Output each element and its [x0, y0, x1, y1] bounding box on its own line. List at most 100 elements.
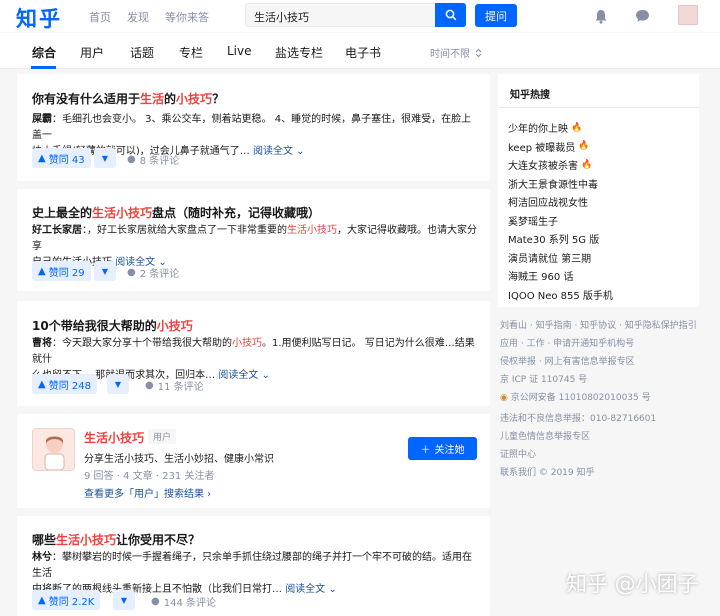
downvote-button[interactable]: ▼ [107, 374, 129, 394]
nav-waiting[interactable]: 等你来答 [165, 9, 209, 25]
read-more-link[interactable]: 阅读全文 [253, 146, 293, 157]
hot-search-item[interactable]: keep 被曝裁员 🔥 [508, 139, 589, 154]
sort-arrows-icon [475, 48, 482, 57]
footer-link-row[interactable]: 应用 · 工作 · 申请开通知乎机构号 [500, 336, 634, 349]
time-filter-label: 时间不限 [430, 49, 470, 60]
notification-bell-icon[interactable] [592, 7, 610, 25]
downvote-button[interactable]: ▼ [94, 261, 116, 281]
zhihu-logo[interactable]: 知乎 [16, 3, 62, 33]
hot-search-text: IQOO Neo 855 版手机 [508, 290, 613, 302]
footer-link-text: 京 ICP 证 110745 号 [500, 375, 588, 385]
tab-ebooks[interactable]: 电子书 [345, 44, 381, 61]
hot-search-text: 浙大王景食源性中毒 [508, 179, 598, 191]
question-title[interactable]: 哪些生活小技巧让你受用不尽？ [32, 531, 200, 548]
upvote-button[interactable]: ▲ 赞同 248 [32, 374, 97, 394]
answer-author[interactable]: 好工长家居 [32, 225, 82, 236]
tab-live[interactable]: Live [227, 44, 252, 58]
footer-link-row[interactable]: ◉ 京公网安备 11010802010035 号 [500, 390, 651, 403]
footer-link-row[interactable]: 刘看山 · 知乎指南 · 知乎协议 · 知乎隐私保护指引 [500, 318, 697, 331]
comments-button[interactable]: ● 144 条评论 [151, 594, 216, 609]
comment-bubble-icon: ● [145, 380, 154, 391]
footer-link-text: 证照中心 [500, 450, 537, 460]
hot-flame-icon: 🔥 [578, 141, 590, 151]
footer-link-text: 应用 · 工作 · 申请开通知乎机构号 [500, 339, 635, 349]
upvote-arrow-icon: ▲ [38, 594, 46, 606]
nav-home[interactable]: 首页 [89, 9, 111, 25]
hot-search-item[interactable]: 少年的你上映 🔥 [508, 120, 583, 136]
upvote-button[interactable]: ▲ 赞同 29 [32, 261, 91, 281]
hot-search-item[interactable]: Mate30 系列 5G 版 [508, 231, 599, 246]
downvote-arrow-icon: ▼ [114, 379, 122, 389]
result-card: 你有没有什么适用于生活的小技巧？ 屎霸：毛细孔也会变小。 3、乘公交车，侧着站更… [17, 74, 490, 181]
hot-search-item[interactable]: 奚梦瑶生子 [508, 213, 558, 228]
user-avatar[interactable] [678, 5, 698, 25]
tab-salt-columns[interactable]: 盐选专栏 [275, 44, 323, 61]
hot-search-item[interactable]: 大连女孩被杀害 🔥 [508, 157, 593, 173]
answer-author[interactable]: 林兮 [32, 552, 52, 563]
footer-link-row[interactable]: 违法和不良信息举报：010-82716601 [500, 411, 656, 424]
upvote-button[interactable]: ▲ 赞同 2.2K [32, 590, 101, 610]
search-tabs: 综合 用户 话题 专栏 Live 盐选专栏 电子书 时间不限 [0, 33, 720, 69]
hot-search-text: 大连女孩被杀害 [508, 161, 578, 172]
question-title[interactable]: 你有没有什么适用于生活的小技巧？ [32, 90, 224, 107]
upvote-arrow-icon: ▲ [38, 152, 46, 164]
question-title[interactable]: 史上最全的生活小技巧盘点（随时补充，记得收藏哦） [32, 204, 320, 221]
answer-author[interactable]: 屎霸 [32, 114, 52, 125]
hot-search-text: Mate30 系列 5G 版 [508, 235, 600, 246]
downvote-arrow-icon: ▼ [120, 595, 128, 605]
answer-excerpt[interactable]: 曹将：今天跟大家分享十个带给我很大帮助的小技巧。1.用便利贴写日记。 写日记为什… [32, 336, 477, 384]
hot-search-text: 柯洁回应战视女性 [508, 198, 588, 209]
hot-flame-icon: 🔥 [571, 122, 583, 133]
footer-link-text: 联系我们 © 2019 知乎 [500, 468, 595, 478]
user-result-card: 生活小技巧 用户 分享生活小技巧、生活小妙招、健康小常识 9 回答 · 4 文章… [17, 414, 490, 508]
downvote-button[interactable]: ▼ [94, 148, 116, 168]
hot-search-item[interactable]: 海贼王 960 话 [508, 268, 573, 283]
upvote-button[interactable]: ▲ 赞同 43 [32, 148, 91, 168]
time-filter-dropdown[interactable]: 时间不限 [430, 45, 482, 60]
tab-topics[interactable]: 话题 [130, 44, 154, 61]
downvote-button[interactable]: ▼ [113, 590, 135, 610]
ask-button[interactable]: 提问 [475, 4, 517, 27]
hot-search-item[interactable]: 浙大王景食源性中毒 [508, 176, 598, 191]
result-card: 史上最全的生活小技巧盘点（随时补充，记得收藏哦） 好工长家居：，好工长家居就给大… [17, 189, 490, 291]
user-stats: 9 回答 · 4 文章 · 231 关注者 [84, 471, 215, 482]
watermark: 知乎 @小团子 [566, 572, 699, 596]
hot-search-item[interactable]: 演员请就位 第三期 [508, 250, 591, 265]
messages-icon[interactable] [633, 7, 651, 25]
user-type-badge: 用户 [148, 429, 177, 444]
answer-author[interactable]: 曹将 [32, 338, 52, 349]
footer-link-row[interactable]: 侵权举报 · 网上有害信息举报专区 [500, 354, 635, 367]
comment-bubble-icon: ● [127, 154, 136, 165]
hot-search-title: 知乎热搜 [498, 74, 699, 108]
search-input[interactable]: 生活小技巧 [245, 3, 466, 27]
nav-discover[interactable]: 发现 [127, 9, 149, 25]
footer-link-row[interactable]: 联系我们 © 2019 知乎 [500, 465, 595, 478]
hot-search-panel: 知乎热搜 少年的你上映 🔥 keep 被曝裁员 🔥 大连女孩被杀害 🔥 浙大王景食源性中毒柯… [498, 74, 699, 307]
user-name-link[interactable]: 生活小技巧 [84, 429, 144, 446]
read-more-link[interactable]: 阅读全文 [218, 370, 258, 381]
search-button[interactable] [435, 3, 466, 27]
comments-button[interactable]: ● 8 条评论 [127, 152, 179, 167]
hot-flame-icon: 🔥 [581, 159, 593, 170]
footer-link-text: 京公网安备 11010802010035 号 [510, 393, 651, 403]
more-users-link[interactable]: 查看更多「用户」搜索结果 › [84, 485, 211, 500]
footer-link-text: 刘看山 · 知乎指南 · 知乎协议 · 知乎隐私保护指引 [500, 321, 697, 331]
hot-search-item[interactable]: 柯洁回应战视女性 [508, 194, 588, 209]
follow-button[interactable]: ＋关注她 [408, 437, 477, 460]
footer-link-row[interactable]: 京 ICP 证 110745 号 [500, 372, 587, 385]
tab-users[interactable]: 用户 [80, 44, 104, 61]
question-title[interactable]: 10个带给我很大帮助的小技巧 [32, 317, 193, 334]
top-navbar: 知乎 首页 发现 等你来答 生活小技巧 提问 [0, 0, 720, 32]
footer-link-row[interactable]: 儿童色情信息举报专区 [500, 429, 590, 442]
comments-button[interactable]: ● 11 条评论 [145, 378, 204, 393]
tab-columns[interactable]: 专栏 [179, 44, 203, 61]
footer-link-row[interactable]: 证照中心 [500, 447, 536, 460]
downvote-arrow-icon: ▼ [101, 266, 109, 276]
user-avatar[interactable] [32, 428, 75, 471]
tab-all[interactable]: 综合 [32, 44, 56, 61]
read-more-link[interactable]: 阅读全文 [285, 584, 325, 595]
comments-button[interactable]: ● 2 条评论 [127, 265, 179, 280]
police-badge-icon: ◉ [500, 393, 511, 403]
search-icon [445, 9, 456, 21]
hot-search-item[interactable]: IQOO Neo 855 版手机 [508, 287, 613, 302]
